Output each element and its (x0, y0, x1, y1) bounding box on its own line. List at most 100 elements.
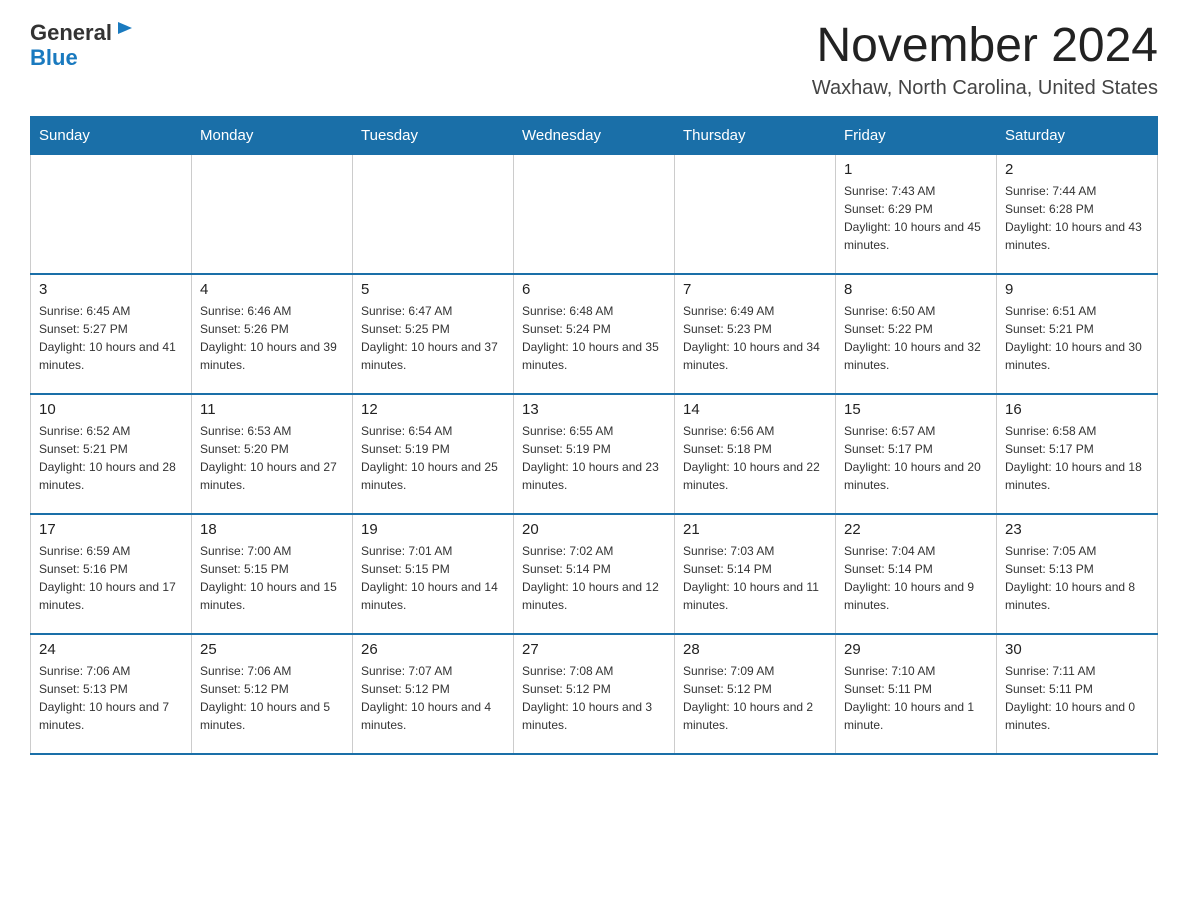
logo-flag-icon (114, 20, 136, 42)
calendar-cell: 27 Sunrise: 7:08 AMSunset: 5:12 PMDayligh… (514, 634, 675, 754)
day-info: Sunrise: 7:02 AMSunset: 5:14 PMDaylight:… (522, 542, 666, 614)
calendar-cell: 18Sunrise: 7:00 AMSunset: 5:15 PMDayligh… (192, 514, 353, 634)
day-number: 5 (361, 281, 505, 298)
calendar-cell: 2Sunrise: 7:44 AMSunset: 6:28 PMDaylight… (997, 154, 1158, 274)
calendar-cell: 21Sunrise: 7:03 AMSunset: 5:14 PMDayligh… (675, 514, 836, 634)
calendar-cell (675, 154, 836, 274)
day-number: 10 (39, 401, 183, 418)
calendar-cell: 20 Sunrise: 7:02 AMSunset: 5:14 PMDayligh… (514, 514, 675, 634)
day-number: 20 (522, 521, 666, 538)
calendar-cell: 5 Sunrise: 6:47 AMSunset: 5:25 PMDaylight… (353, 274, 514, 394)
day-info: Sunrise: 6:48 AMSunset: 5:24 PMDaylight:… (522, 302, 666, 374)
calendar-cell: 16 Sunrise: 6:58 AMSunset: 5:17 PMDayligh… (997, 394, 1158, 514)
day-number: 16 (1005, 401, 1149, 418)
day-number: 23 (1005, 521, 1149, 538)
day-info: Sunrise: 6:59 AMSunset: 5:16 PMDaylight:… (39, 542, 183, 614)
day-number: 11 (200, 401, 344, 418)
calendar-cell (353, 154, 514, 274)
day-info: Sunrise: 7:01 AMSunset: 5:15 PMDaylight:… (361, 542, 505, 614)
header-row: Sunday Monday Tuesday Wednesday Thursday… (31, 116, 1158, 154)
day-number: 13 (522, 401, 666, 418)
calendar-cell: 11 Sunrise: 6:53 AMSunset: 5:20 PMDayligh… (192, 394, 353, 514)
day-number: 9 (1005, 281, 1149, 298)
day-number: 27 (522, 641, 666, 658)
day-number: 14 (683, 401, 827, 418)
day-number: 1 (844, 161, 988, 178)
day-number: 6 (522, 281, 666, 298)
calendar-cell: 26 Sunrise: 7:07 AMSunset: 5:12 PMDayligh… (353, 634, 514, 754)
calendar-cell: 4Sunrise: 6:46 AMSunset: 5:26 PMDaylight… (192, 274, 353, 394)
calendar-week-5: 24 Sunrise: 7:06 AMSunset: 5:13 PMDayligh… (31, 634, 1158, 754)
day-number: 17 (39, 521, 183, 538)
calendar-cell (514, 154, 675, 274)
calendar-week-3: 10 Sunrise: 6:52 AMSunset: 5:21 PMDayligh… (31, 394, 1158, 514)
calendar-cell: 8 Sunrise: 6:50 AMSunset: 5:22 PMDaylight… (836, 274, 997, 394)
day-info: Sunrise: 6:46 AMSunset: 5:26 PMDaylight:… (200, 302, 344, 374)
calendar-cell: 15 Sunrise: 6:57 AMSunset: 5:17 PMDayligh… (836, 394, 997, 514)
day-number: 15 (844, 401, 988, 418)
calendar-cell: 14 Sunrise: 6:56 AMSunset: 5:18 PMDayligh… (675, 394, 836, 514)
day-number: 30 (1005, 641, 1149, 658)
col-monday: Monday (192, 116, 353, 154)
day-info: Sunrise: 7:09 AMSunset: 5:12 PMDaylight:… (683, 662, 827, 734)
day-number: 25 (200, 641, 344, 658)
day-info: Sunrise: 6:45 AMSunset: 5:27 PMDaylight:… (39, 302, 183, 374)
title-area: November 2024 Waxhaw, North Carolina, Un… (812, 20, 1158, 100)
day-info: Sunrise: 6:51 AMSunset: 5:21 PMDaylight:… (1005, 302, 1149, 374)
calendar-week-1: 1 Sunrise: 7:43 AMSunset: 6:29 PMDaylight… (31, 154, 1158, 274)
day-info: Sunrise: 6:47 AMSunset: 5:25 PMDaylight:… (361, 302, 505, 374)
col-friday: Friday (836, 116, 997, 154)
calendar-cell: 22Sunrise: 7:04 AMSunset: 5:14 PMDayligh… (836, 514, 997, 634)
col-wednesday: Wednesday (514, 116, 675, 154)
logo-blue-text: Blue (30, 45, 78, 70)
calendar-cell: 12 Sunrise: 6:54 AMSunset: 5:19 PMDayligh… (353, 394, 514, 514)
logo-general-text: General (30, 20, 112, 45)
col-thursday: Thursday (675, 116, 836, 154)
day-info: Sunrise: 7:06 AMSunset: 5:12 PMDaylight:… (200, 662, 344, 734)
calendar-cell: 9 Sunrise: 6:51 AMSunset: 5:21 PMDaylight… (997, 274, 1158, 394)
day-info: Sunrise: 7:11 AMSunset: 5:11 PMDaylight:… (1005, 662, 1149, 734)
calendar-cell: 25 Sunrise: 7:06 AMSunset: 5:12 PMDayligh… (192, 634, 353, 754)
day-number: 12 (361, 401, 505, 418)
day-info: Sunrise: 7:43 AMSunset: 6:29 PMDaylight:… (844, 182, 988, 254)
col-tuesday: Tuesday (353, 116, 514, 154)
day-info: Sunrise: 6:50 AMSunset: 5:22 PMDaylight:… (844, 302, 988, 374)
calendar-cell: 13Sunrise: 6:55 AMSunset: 5:19 PMDayligh… (514, 394, 675, 514)
calendar-cell: 17 Sunrise: 6:59 AMSunset: 5:16 PMDayligh… (31, 514, 192, 634)
calendar-cell: 19 Sunrise: 7:01 AMSunset: 5:15 PMDayligh… (353, 514, 514, 634)
calendar-week-2: 3 Sunrise: 6:45 AMSunset: 5:27 PMDaylight… (31, 274, 1158, 394)
col-sunday: Sunday (31, 116, 192, 154)
day-info: Sunrise: 6:52 AMSunset: 5:21 PMDaylight:… (39, 422, 183, 494)
day-info: Sunrise: 6:54 AMSunset: 5:19 PMDaylight:… (361, 422, 505, 494)
day-info: Sunrise: 7:03 AMSunset: 5:14 PMDaylight:… (683, 542, 827, 614)
day-info: Sunrise: 6:53 AMSunset: 5:20 PMDaylight:… (200, 422, 344, 494)
day-number: 3 (39, 281, 183, 298)
calendar-cell (31, 154, 192, 274)
day-info: Sunrise: 7:08 AMSunset: 5:12 PMDaylight:… (522, 662, 666, 734)
day-info: Sunrise: 6:57 AMSunset: 5:17 PMDaylight:… (844, 422, 988, 494)
day-info: Sunrise: 7:06 AMSunset: 5:13 PMDaylight:… (39, 662, 183, 734)
day-number: 18 (200, 521, 344, 538)
calendar-cell: 24 Sunrise: 7:06 AMSunset: 5:13 PMDayligh… (31, 634, 192, 754)
day-info: Sunrise: 6:49 AMSunset: 5:23 PMDaylight:… (683, 302, 827, 374)
day-info: Sunrise: 6:58 AMSunset: 5:17 PMDaylight:… (1005, 422, 1149, 494)
day-number: 19 (361, 521, 505, 538)
day-number: 28 (683, 641, 827, 658)
location-subtitle: Waxhaw, North Carolina, United States (812, 77, 1158, 100)
day-info: Sunrise: 6:56 AMSunset: 5:18 PMDaylight:… (683, 422, 827, 494)
day-number: 29 (844, 641, 988, 658)
day-info: Sunrise: 7:07 AMSunset: 5:12 PMDaylight:… (361, 662, 505, 734)
calendar-cell: 3 Sunrise: 6:45 AMSunset: 5:27 PMDaylight… (31, 274, 192, 394)
day-info: Sunrise: 7:05 AMSunset: 5:13 PMDaylight:… (1005, 542, 1149, 614)
month-title: November 2024 (812, 20, 1158, 73)
day-number: 8 (844, 281, 988, 298)
day-number: 7 (683, 281, 827, 298)
day-number: 26 (361, 641, 505, 658)
calendar-header: Sunday Monday Tuesday Wednesday Thursday… (31, 116, 1158, 154)
calendar-table: Sunday Monday Tuesday Wednesday Thursday… (30, 116, 1158, 756)
day-number: 24 (39, 641, 183, 658)
calendar-cell: 1 Sunrise: 7:43 AMSunset: 6:29 PMDaylight… (836, 154, 997, 274)
calendar-body: 1 Sunrise: 7:43 AMSunset: 6:29 PMDaylight… (31, 154, 1158, 754)
logo: General Blue (30, 20, 136, 71)
day-info: Sunrise: 7:44 AMSunset: 6:28 PMDaylight:… (1005, 182, 1149, 254)
